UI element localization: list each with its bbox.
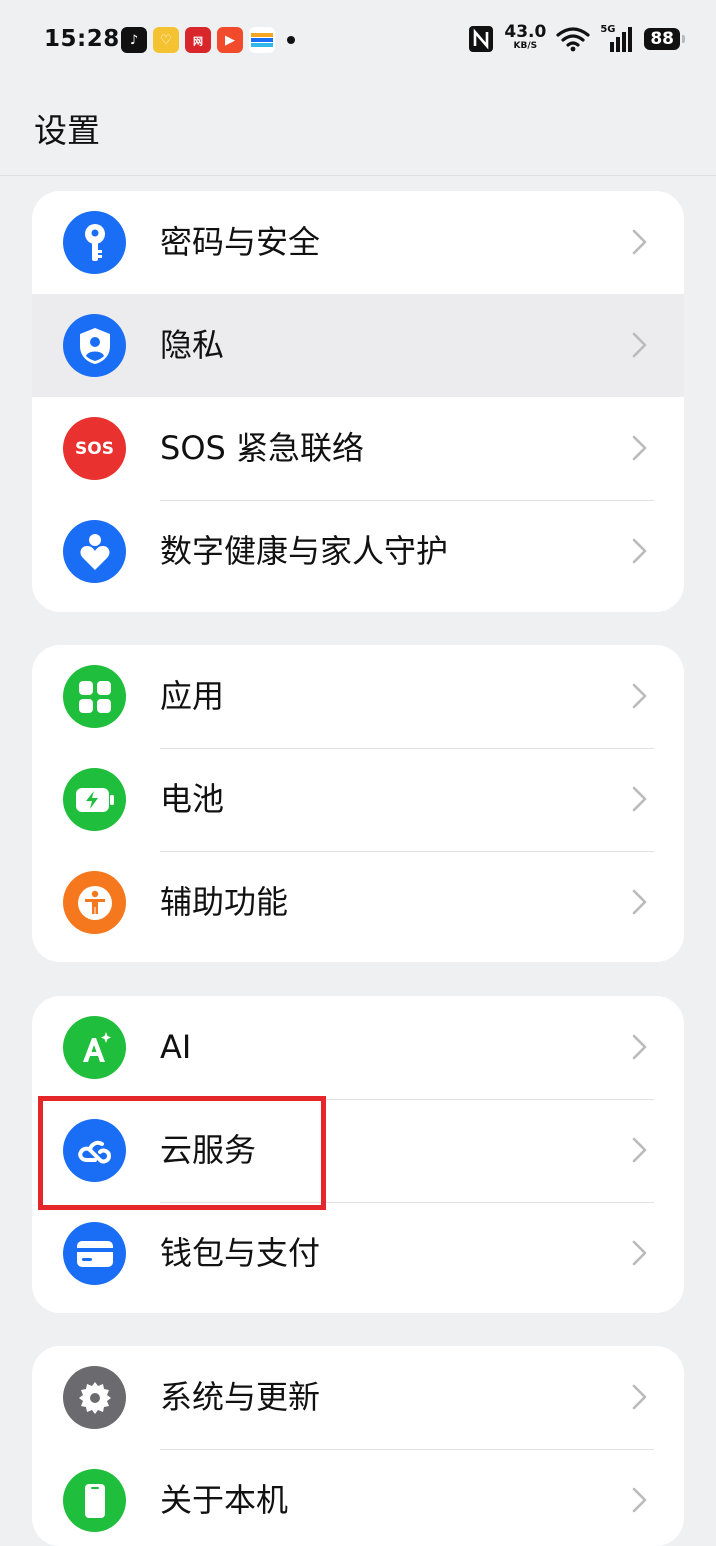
battery-indicator: 88 [644, 27, 685, 50]
chevron-right-icon [632, 538, 647, 564]
page-title: 设置 [34, 111, 100, 150]
chevron-right-icon [632, 683, 647, 709]
digital-health-icon [63, 520, 126, 583]
settings-group-security: 密码与安全 隐私 SOS SOS 紧急联络 数字健康与家人守护 [32, 191, 684, 612]
battery-icon [63, 768, 126, 831]
status-bar: 15:28 ♪ ♡ 网 ▶ 43.0 KB/S 5G 88 [0, 0, 716, 80]
wallet-icon [63, 1222, 126, 1285]
chevron-right-icon [632, 435, 647, 461]
privacy-shield-icon [63, 314, 126, 377]
settings-item-label: AI [160, 1028, 192, 1066]
status-right: 43.0 KB/S 5G 88 [468, 22, 685, 53]
netease-app-icon: 网 [185, 27, 211, 53]
settings-item-privacy[interactable]: 隐私 [32, 294, 684, 397]
settings-item-label: 应用 [160, 677, 225, 715]
chevron-right-icon [632, 1240, 647, 1266]
douyin-app-icon: ♪ [121, 27, 147, 53]
nfc-icon [469, 25, 494, 52]
settings-item-password-security[interactable]: 密码与安全 [32, 191, 684, 294]
settings-item-label: SOS 紧急联络 [160, 429, 364, 467]
settings-item-label: 系统与更新 [160, 1378, 321, 1416]
page-header: 设置 [0, 80, 716, 176]
highlight-annotation-box [38, 1096, 326, 1210]
key-icon [63, 211, 126, 274]
wifi-icon [556, 26, 590, 51]
settings-item-ai[interactable]: AI [32, 996, 684, 1099]
settings-item-apps[interactable]: 应用 [32, 645, 684, 748]
settings-item-accessibility[interactable]: 辅助功能 [32, 851, 684, 954]
settings-item-label: 数字健康与家人守护 [160, 532, 449, 570]
settings-item-label: 关于本机 [160, 1481, 289, 1519]
settings-item-digital-health[interactable]: 数字健康与家人守护 [32, 500, 684, 603]
chevron-right-icon [632, 1137, 647, 1163]
video-app-icon: ▶ [217, 27, 243, 53]
gear-icon [63, 1366, 126, 1429]
chevron-right-icon [632, 889, 647, 915]
sos-icon: SOS [63, 417, 126, 480]
settings-item-label: 密码与安全 [160, 223, 321, 261]
status-time: 15:28 [44, 26, 120, 52]
chevron-right-icon [632, 1487, 647, 1513]
apps-grid-icon [63, 665, 126, 728]
settings-item-sos[interactable]: SOS SOS 紧急联络 [32, 397, 684, 500]
settings-item-wallet[interactable]: 钱包与支付 [32, 1202, 684, 1305]
chevron-right-icon [632, 332, 647, 358]
chevron-right-icon [632, 786, 647, 812]
chevron-right-icon [632, 229, 647, 255]
accessibility-icon [63, 871, 126, 934]
yellow-app-icon: ♡ [153, 27, 179, 53]
settings-item-battery[interactable]: 电池 [32, 748, 684, 851]
phone-icon [63, 1469, 126, 1532]
settings-item-label: 电池 [160, 780, 225, 818]
notification-app-icons: ♪ ♡ 网 ▶ [121, 27, 295, 53]
settings-item-label: 辅助功能 [160, 883, 289, 921]
settings-item-system-update[interactable]: 系统与更新 [32, 1346, 684, 1449]
settings-group-apps: 应用 电池 辅助功能 [32, 645, 684, 962]
row-divider [160, 748, 654, 749]
settings-item-label: 钱包与支付 [160, 1234, 321, 1272]
settings-group-system: 系统与更新 关于本机 [32, 1346, 684, 1546]
settings-item-about-phone[interactable]: 关于本机 [32, 1449, 684, 1546]
settings-item-label: 隐私 [160, 326, 225, 364]
more-notifications-dot [287, 36, 295, 44]
chevron-right-icon [632, 1384, 647, 1410]
chevron-right-icon [632, 1034, 647, 1060]
ai-icon [63, 1016, 126, 1079]
cellular-signal-icon: 5G [600, 24, 634, 52]
wallet-app-icon [249, 27, 275, 53]
network-speed: 43.0 KB/S [504, 22, 547, 52]
